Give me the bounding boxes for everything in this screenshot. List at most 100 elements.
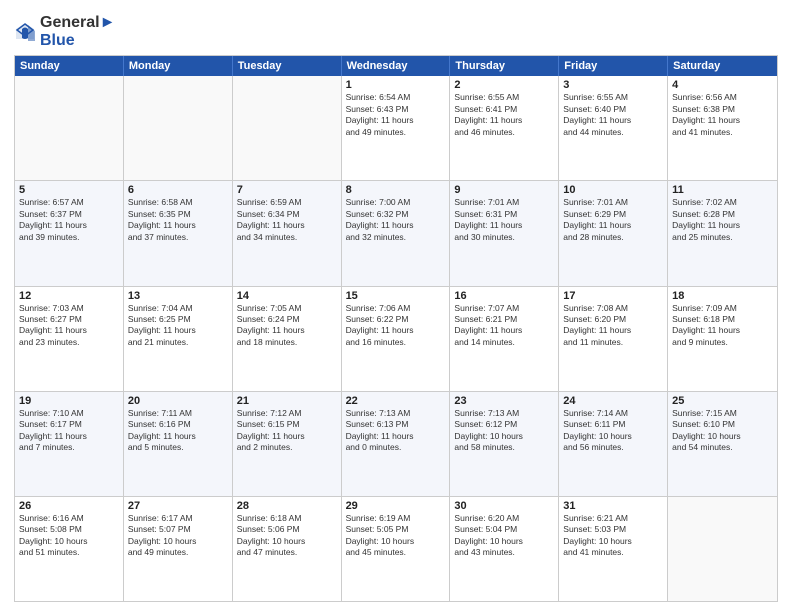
day-cell: 19Sunrise: 7:10 AM Sunset: 6:17 PM Dayli… xyxy=(15,392,124,496)
day-info: Sunrise: 7:14 AM Sunset: 6:11 PM Dayligh… xyxy=(563,408,663,454)
day-info: Sunrise: 7:07 AM Sunset: 6:21 PM Dayligh… xyxy=(454,303,554,349)
day-cell: 6Sunrise: 6:58 AM Sunset: 6:35 PM Daylig… xyxy=(124,181,233,285)
day-number: 22 xyxy=(346,395,446,407)
day-number: 10 xyxy=(563,184,663,196)
day-info: Sunrise: 6:59 AM Sunset: 6:34 PM Dayligh… xyxy=(237,197,337,243)
day-number: 19 xyxy=(19,395,119,407)
day-cell: 20Sunrise: 7:11 AM Sunset: 6:16 PM Dayli… xyxy=(124,392,233,496)
day-info: Sunrise: 6:21 AM Sunset: 5:03 PM Dayligh… xyxy=(563,513,663,559)
day-cell: 28Sunrise: 6:18 AM Sunset: 5:06 PM Dayli… xyxy=(233,497,342,601)
day-info: Sunrise: 7:09 AM Sunset: 6:18 PM Dayligh… xyxy=(672,303,773,349)
day-cell xyxy=(668,497,777,601)
day-cell: 26Sunrise: 6:16 AM Sunset: 5:08 PM Dayli… xyxy=(15,497,124,601)
day-cell: 24Sunrise: 7:14 AM Sunset: 6:11 PM Dayli… xyxy=(559,392,668,496)
day-number: 14 xyxy=(237,290,337,302)
day-cell: 5Sunrise: 6:57 AM Sunset: 6:37 PM Daylig… xyxy=(15,181,124,285)
day-number: 1 xyxy=(346,79,446,91)
day-header-tuesday: Tuesday xyxy=(233,56,342,76)
day-number: 25 xyxy=(672,395,773,407)
day-number: 13 xyxy=(128,290,228,302)
day-cell xyxy=(15,76,124,180)
day-header-saturday: Saturday xyxy=(668,56,777,76)
day-number: 9 xyxy=(454,184,554,196)
day-info: Sunrise: 6:57 AM Sunset: 6:37 PM Dayligh… xyxy=(19,197,119,243)
day-number: 16 xyxy=(454,290,554,302)
day-info: Sunrise: 6:20 AM Sunset: 5:04 PM Dayligh… xyxy=(454,513,554,559)
day-cell: 2Sunrise: 6:55 AM Sunset: 6:41 PM Daylig… xyxy=(450,76,559,180)
day-cell xyxy=(124,76,233,180)
day-number: 23 xyxy=(454,395,554,407)
day-cell: 29Sunrise: 6:19 AM Sunset: 5:05 PM Dayli… xyxy=(342,497,451,601)
week-row: 19Sunrise: 7:10 AM Sunset: 6:17 PM Dayli… xyxy=(15,391,777,496)
day-number: 11 xyxy=(672,184,773,196)
day-number: 26 xyxy=(19,500,119,512)
logo-blue-text: Blue xyxy=(40,32,75,49)
day-info: Sunrise: 6:56 AM Sunset: 6:38 PM Dayligh… xyxy=(672,92,773,138)
day-info: Sunrise: 6:54 AM Sunset: 6:43 PM Dayligh… xyxy=(346,92,446,138)
day-number: 12 xyxy=(19,290,119,302)
day-cell: 9Sunrise: 7:01 AM Sunset: 6:31 PM Daylig… xyxy=(450,181,559,285)
day-cell: 4Sunrise: 6:56 AM Sunset: 6:38 PM Daylig… xyxy=(668,76,777,180)
day-number: 5 xyxy=(19,184,119,196)
day-info: Sunrise: 7:00 AM Sunset: 6:32 PM Dayligh… xyxy=(346,197,446,243)
day-info: Sunrise: 7:03 AM Sunset: 6:27 PM Dayligh… xyxy=(19,303,119,349)
day-info: Sunrise: 7:08 AM Sunset: 6:20 PM Dayligh… xyxy=(563,303,663,349)
day-cell: 13Sunrise: 7:04 AM Sunset: 6:25 PM Dayli… xyxy=(124,287,233,391)
day-cell: 12Sunrise: 7:03 AM Sunset: 6:27 PM Dayli… xyxy=(15,287,124,391)
day-info: Sunrise: 7:13 AM Sunset: 6:13 PM Dayligh… xyxy=(346,408,446,454)
day-cell: 7Sunrise: 6:59 AM Sunset: 6:34 PM Daylig… xyxy=(233,181,342,285)
day-info: Sunrise: 7:10 AM Sunset: 6:17 PM Dayligh… xyxy=(19,408,119,454)
day-info: Sunrise: 7:11 AM Sunset: 6:16 PM Dayligh… xyxy=(128,408,228,454)
day-info: Sunrise: 7:01 AM Sunset: 6:29 PM Dayligh… xyxy=(563,197,663,243)
day-number: 7 xyxy=(237,184,337,196)
day-info: Sunrise: 6:19 AM Sunset: 5:05 PM Dayligh… xyxy=(346,513,446,559)
day-cell xyxy=(233,76,342,180)
day-cell: 17Sunrise: 7:08 AM Sunset: 6:20 PM Dayli… xyxy=(559,287,668,391)
day-info: Sunrise: 7:05 AM Sunset: 6:24 PM Dayligh… xyxy=(237,303,337,349)
day-number: 8 xyxy=(346,184,446,196)
day-info: Sunrise: 6:58 AM Sunset: 6:35 PM Dayligh… xyxy=(128,197,228,243)
day-cell: 27Sunrise: 6:17 AM Sunset: 5:07 PM Dayli… xyxy=(124,497,233,601)
day-info: Sunrise: 6:55 AM Sunset: 6:41 PM Dayligh… xyxy=(454,92,554,138)
day-cell: 23Sunrise: 7:13 AM Sunset: 6:12 PM Dayli… xyxy=(450,392,559,496)
day-cell: 18Sunrise: 7:09 AM Sunset: 6:18 PM Dayli… xyxy=(668,287,777,391)
day-cell: 31Sunrise: 6:21 AM Sunset: 5:03 PM Dayli… xyxy=(559,497,668,601)
page: General► Blue SundayMondayTuesdayWednesd… xyxy=(0,0,792,612)
day-cell: 14Sunrise: 7:05 AM Sunset: 6:24 PM Dayli… xyxy=(233,287,342,391)
day-number: 6 xyxy=(128,184,228,196)
day-number: 20 xyxy=(128,395,228,407)
day-cell: 21Sunrise: 7:12 AM Sunset: 6:15 PM Dayli… xyxy=(233,392,342,496)
day-cell: 8Sunrise: 7:00 AM Sunset: 6:32 PM Daylig… xyxy=(342,181,451,285)
day-headers: SundayMondayTuesdayWednesdayThursdayFrid… xyxy=(15,56,777,76)
day-cell: 3Sunrise: 6:55 AM Sunset: 6:40 PM Daylig… xyxy=(559,76,668,180)
day-cell: 25Sunrise: 7:15 AM Sunset: 6:10 PM Dayli… xyxy=(668,392,777,496)
week-row: 5Sunrise: 6:57 AM Sunset: 6:37 PM Daylig… xyxy=(15,180,777,285)
day-cell: 11Sunrise: 7:02 AM Sunset: 6:28 PM Dayli… xyxy=(668,181,777,285)
day-cell: 15Sunrise: 7:06 AM Sunset: 6:22 PM Dayli… xyxy=(342,287,451,391)
day-info: Sunrise: 7:15 AM Sunset: 6:10 PM Dayligh… xyxy=(672,408,773,454)
weeks: 1Sunrise: 6:54 AM Sunset: 6:43 PM Daylig… xyxy=(15,76,777,601)
day-cell: 22Sunrise: 7:13 AM Sunset: 6:13 PM Dayli… xyxy=(342,392,451,496)
week-row: 26Sunrise: 6:16 AM Sunset: 5:08 PM Dayli… xyxy=(15,496,777,601)
day-cell: 10Sunrise: 7:01 AM Sunset: 6:29 PM Dayli… xyxy=(559,181,668,285)
day-info: Sunrise: 7:04 AM Sunset: 6:25 PM Dayligh… xyxy=(128,303,228,349)
day-info: Sunrise: 7:01 AM Sunset: 6:31 PM Dayligh… xyxy=(454,197,554,243)
day-number: 24 xyxy=(563,395,663,407)
day-cell: 16Sunrise: 7:07 AM Sunset: 6:21 PM Dayli… xyxy=(450,287,559,391)
day-number: 27 xyxy=(128,500,228,512)
week-row: 12Sunrise: 7:03 AM Sunset: 6:27 PM Dayli… xyxy=(15,286,777,391)
day-info: Sunrise: 7:06 AM Sunset: 6:22 PM Dayligh… xyxy=(346,303,446,349)
day-number: 31 xyxy=(563,500,663,512)
day-number: 2 xyxy=(454,79,554,91)
day-header-thursday: Thursday xyxy=(450,56,559,76)
day-info: Sunrise: 6:17 AM Sunset: 5:07 PM Dayligh… xyxy=(128,513,228,559)
logo: General► Blue xyxy=(14,14,115,49)
day-header-sunday: Sunday xyxy=(15,56,124,76)
calendar: SundayMondayTuesdayWednesdayThursdayFrid… xyxy=(14,55,778,602)
day-info: Sunrise: 7:13 AM Sunset: 6:12 PM Dayligh… xyxy=(454,408,554,454)
day-header-wednesday: Wednesday xyxy=(342,56,451,76)
day-number: 3 xyxy=(563,79,663,91)
day-info: Sunrise: 7:12 AM Sunset: 6:15 PM Dayligh… xyxy=(237,408,337,454)
logo-text: General► Blue xyxy=(40,14,115,49)
day-number: 29 xyxy=(346,500,446,512)
